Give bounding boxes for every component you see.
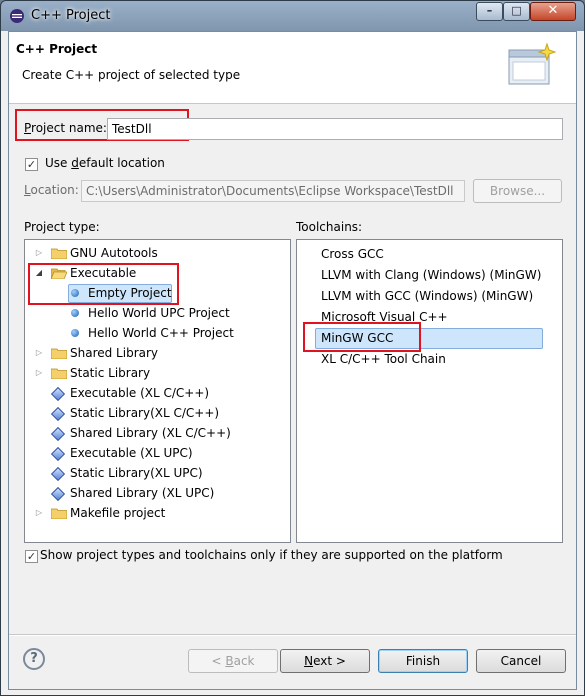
xl-project-icon bbox=[50, 446, 66, 462]
use-default-location-label: Use default location bbox=[45, 156, 165, 170]
tree-item-static-library[interactable]: ▷ Static Library bbox=[25, 364, 290, 382]
annotation-box-executable bbox=[28, 263, 179, 305]
browse-button: Browse... bbox=[473, 179, 562, 203]
tree-item-label: Hello World UPC Project bbox=[88, 306, 230, 320]
toolchains-list[interactable]: Cross GCC LLVM with Clang (Windows) (Min… bbox=[296, 239, 563, 543]
toolchain-item-cross-gcc[interactable]: Cross GCC bbox=[321, 245, 384, 263]
toolchain-item-xl-cpp[interactable]: XL C/C++ Tool Chain bbox=[321, 350, 446, 368]
tree-item-shared-library-xl-upc[interactable]: Shared Library (XL UPC) bbox=[25, 484, 290, 502]
tree-item-executable-xl-cpp[interactable]: Executable (XL C/C++) bbox=[25, 384, 290, 402]
eclipse-icon bbox=[10, 9, 24, 23]
tree-item-label: Static Library bbox=[70, 366, 151, 380]
tree-item-hello-world-upc[interactable]: Hello World UPC Project bbox=[25, 304, 290, 322]
help-icon[interactable]: ? bbox=[23, 648, 45, 670]
tree-item-label: Static Library(XL C/C++) bbox=[70, 406, 220, 420]
tree-item-makefile-project[interactable]: ▷ Makefile project bbox=[25, 504, 290, 522]
banner-title: C++ Project bbox=[16, 42, 98, 56]
xl-project-icon bbox=[50, 486, 66, 502]
tree-item-label: GNU Autotools bbox=[70, 246, 158, 260]
tree-item-gnu-autotools[interactable]: ▷ GNU Autotools bbox=[25, 244, 290, 262]
tree-item-label: Executable (XL UPC) bbox=[70, 446, 193, 460]
banner-description: Create C++ project of selected type bbox=[22, 68, 241, 82]
xl-project-icon bbox=[50, 466, 66, 482]
expand-arrow-icon[interactable]: ▷ bbox=[34, 344, 44, 362]
window-title: C++ Project bbox=[31, 8, 111, 23]
tree-item-label: Shared Library (XL C/C++) bbox=[70, 426, 231, 440]
tree-item-executable-xl-upc[interactable]: Executable (XL UPC) bbox=[25, 444, 290, 462]
finish-button[interactable]: Finish bbox=[378, 649, 468, 673]
tree-item-label: Executable (XL C/C++) bbox=[70, 386, 210, 400]
cancel-button[interactable]: Cancel bbox=[476, 649, 566, 673]
dialog-body: C++ Project Create C++ project of select… bbox=[8, 31, 577, 690]
back-button: < Back bbox=[188, 649, 278, 673]
tree-item-label: Makefile project bbox=[70, 506, 166, 520]
project-name-label: Project name: bbox=[24, 121, 107, 135]
location-input: C:\Users\Administrator\Documents\Eclipse… bbox=[81, 180, 465, 202]
minimize-button[interactable]: – bbox=[476, 2, 503, 21]
tree-item-static-library-xl-upc[interactable]: Static Library(XL UPC) bbox=[25, 464, 290, 482]
folder-icon bbox=[51, 248, 67, 259]
xl-project-icon bbox=[50, 386, 66, 402]
tree-item-label: Static Library(XL UPC) bbox=[70, 466, 203, 480]
annotation-box-mingw-gcc bbox=[303, 322, 421, 352]
next-button[interactable]: Next > bbox=[280, 649, 370, 673]
project-type-heading: Project type: bbox=[24, 220, 100, 234]
project-template-icon bbox=[71, 309, 79, 317]
maximize-button[interactable]: □ bbox=[503, 2, 530, 21]
cpp-project-dialog: C++ Project – □ ✕ C++ Project Create C++… bbox=[0, 0, 585, 696]
folder-icon bbox=[51, 368, 67, 379]
tree-item-label: Shared Library (XL UPC) bbox=[70, 486, 215, 500]
new-project-wizard-icon bbox=[508, 42, 557, 85]
expand-arrow-icon[interactable]: ▷ bbox=[34, 244, 44, 262]
folder-icon bbox=[51, 348, 67, 359]
show-supported-label: Show project types and toolchains only i… bbox=[40, 548, 503, 562]
close-button[interactable]: ✕ bbox=[530, 2, 576, 21]
use-default-location-checkbox[interactable]: ✓ bbox=[25, 158, 38, 171]
project-template-icon bbox=[71, 329, 79, 337]
button-bar-separator bbox=[9, 634, 576, 636]
xl-project-icon bbox=[50, 406, 66, 422]
tree-item-shared-library-xl-cpp[interactable]: Shared Library (XL C/C++) bbox=[25, 424, 290, 442]
tree-item-hello-world-cpp[interactable]: Hello World C++ Project bbox=[25, 324, 290, 342]
location-label: Location: bbox=[24, 183, 79, 197]
expand-arrow-icon[interactable]: ▷ bbox=[34, 364, 44, 382]
project-name-input[interactable]: TestDll bbox=[107, 118, 563, 140]
show-supported-checkbox[interactable]: ✓ bbox=[25, 550, 38, 563]
folder-icon bbox=[51, 508, 67, 519]
tree-item-label: Hello World C++ Project bbox=[88, 326, 234, 340]
expand-arrow-icon[interactable]: ▷ bbox=[34, 504, 44, 522]
tree-item-label: Shared Library bbox=[70, 346, 159, 360]
toolchains-heading: Toolchains: bbox=[296, 220, 363, 234]
toolchain-item-llvm-gcc[interactable]: LLVM with GCC (Windows) (MinGW) bbox=[321, 287, 533, 305]
title-bar[interactable]: C++ Project – □ ✕ bbox=[1, 1, 584, 31]
toolchain-item-llvm-clang[interactable]: LLVM with Clang (Windows) (MinGW) bbox=[321, 266, 541, 284]
tree-item-shared-library[interactable]: ▷ Shared Library bbox=[25, 344, 290, 362]
xl-project-icon bbox=[50, 426, 66, 442]
tree-item-static-library-xl-cpp[interactable]: Static Library(XL C/C++) bbox=[25, 404, 290, 422]
wizard-banner: C++ Project Create C++ project of select… bbox=[9, 32, 576, 104]
